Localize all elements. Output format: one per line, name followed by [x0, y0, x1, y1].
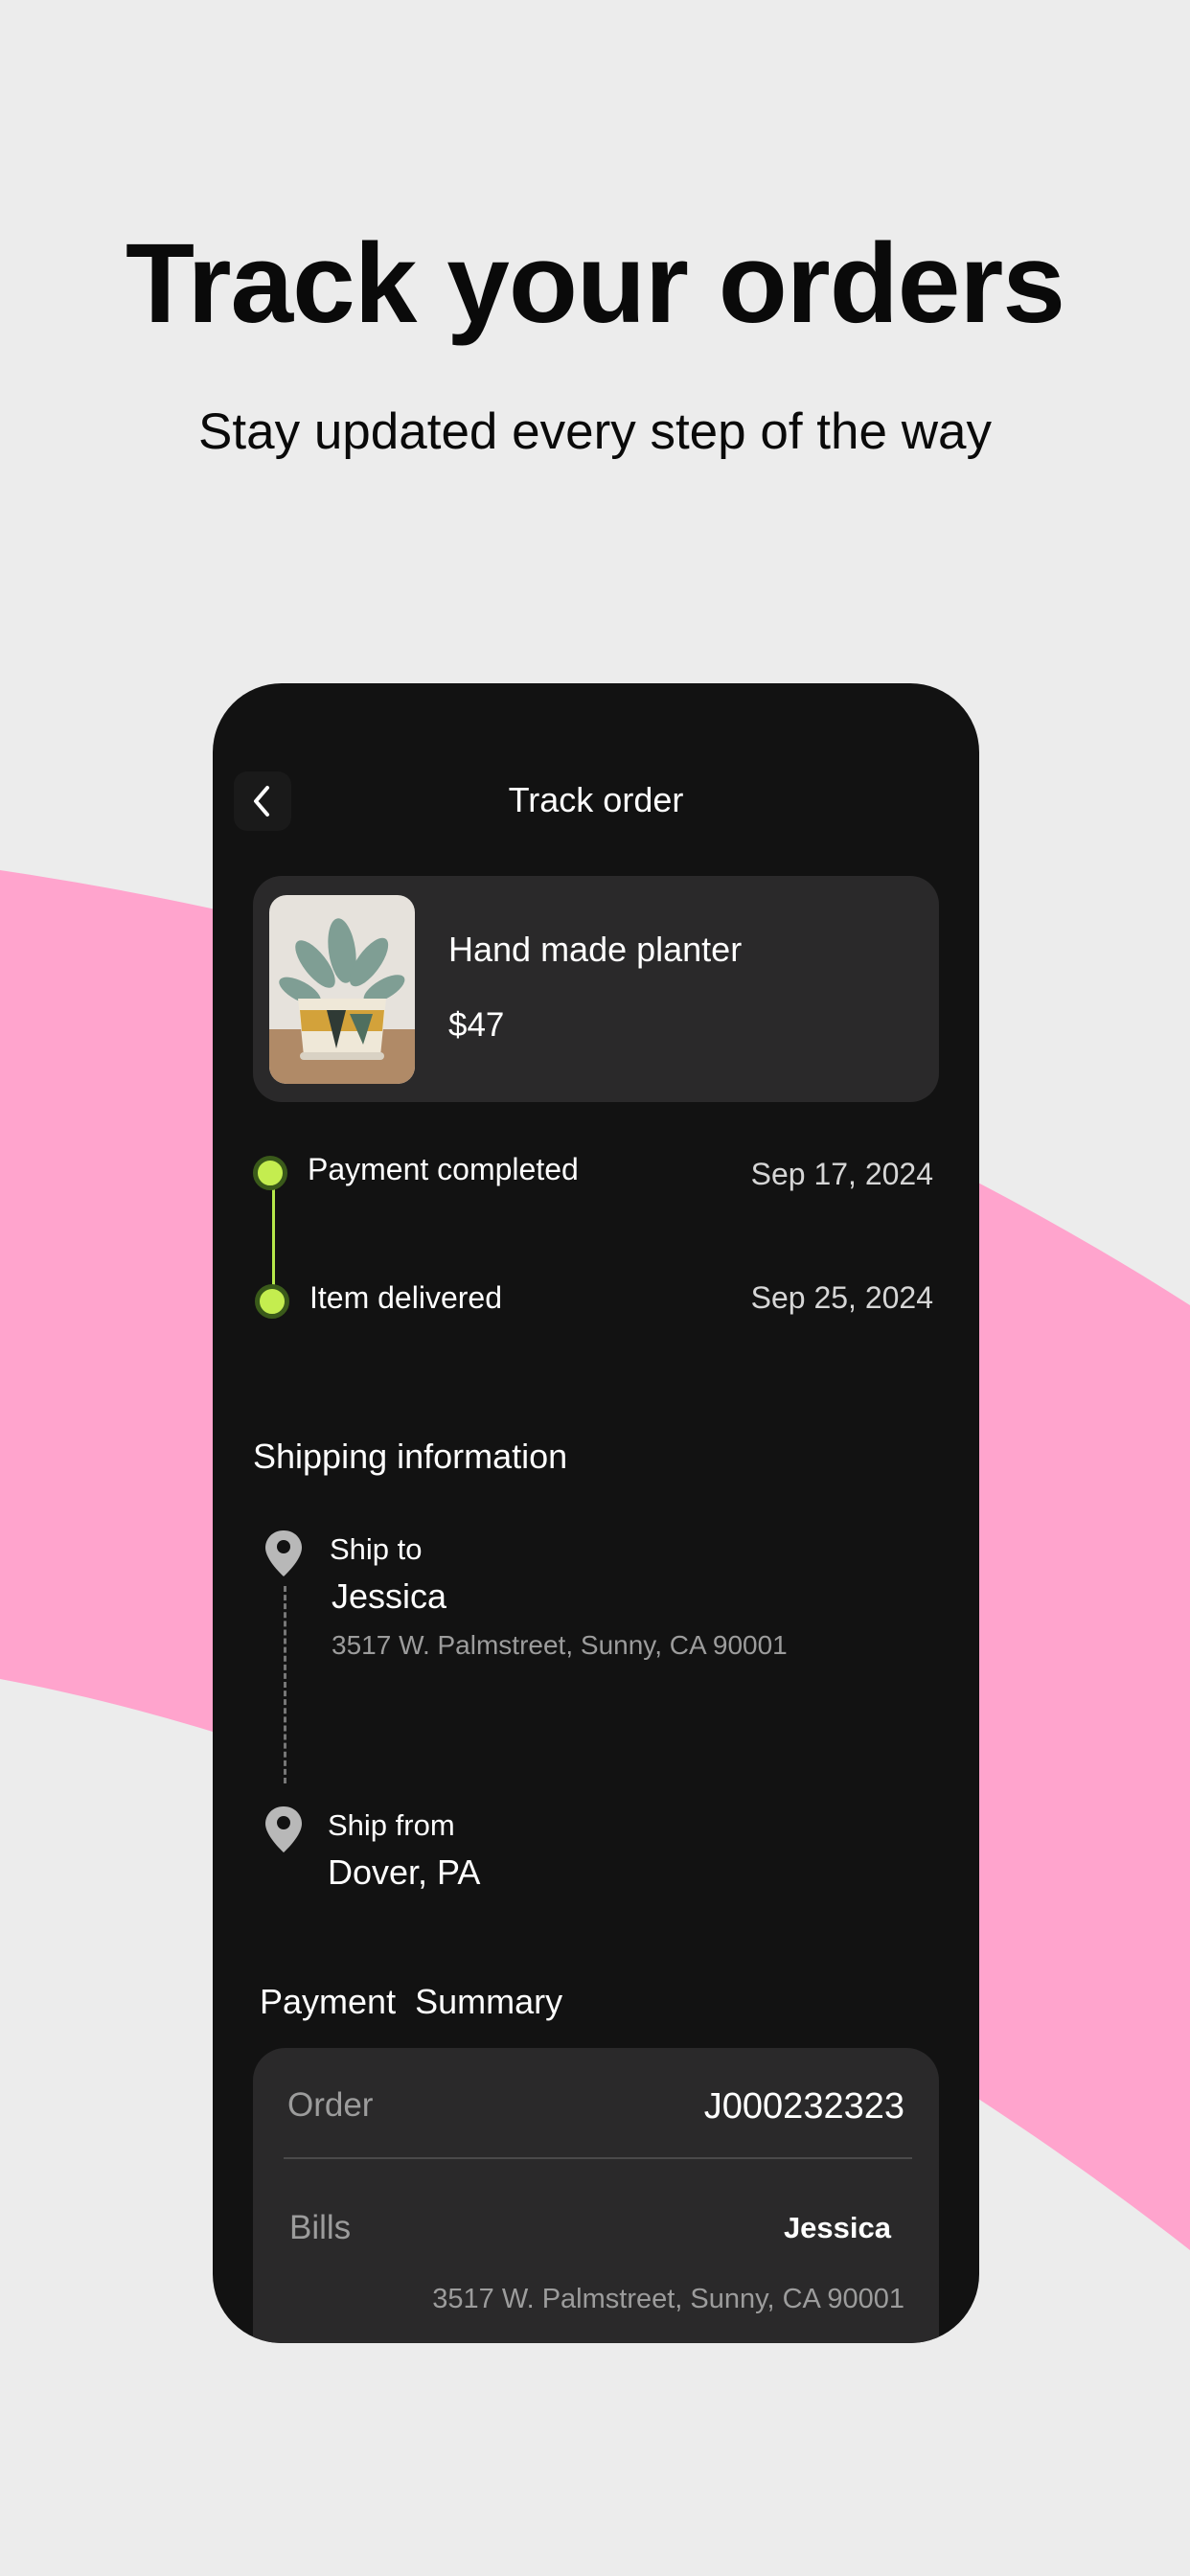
product-card[interactable]: Hand made planter $47: [253, 876, 939, 1102]
timeline-dot-payment: [253, 1156, 287, 1190]
screen-title: Track order: [508, 780, 684, 819]
page-headline: Track your orders: [126, 220, 1065, 347]
bills-label: Bills: [289, 2209, 352, 2246]
ship-to-label: Ship to: [330, 1532, 423, 1566]
payment-section-title: Payment Summary: [260, 1982, 563, 2021]
timeline-dot-delivered: [255, 1284, 289, 1319]
timeline-label-delivered: Item delivered: [309, 1280, 502, 1315]
payment-divider: [284, 2157, 912, 2159]
bills-address: 3517 W. Palmstreet, Sunny, CA 90001: [432, 2284, 904, 2314]
page-subheadline: Stay updated every step of the way: [198, 403, 992, 460]
timeline-date-delivered: Sep 25, 2024: [750, 1280, 933, 1315]
bills-name: Jessica: [783, 2211, 891, 2244]
order-number[interactable]: J000232323: [704, 2086, 904, 2128]
phone-screen: Track order Hand made planter $47 Paymen…: [213, 683, 979, 2343]
product-image: [269, 895, 415, 1084]
shipping-section-title: Shipping information: [253, 1437, 568, 1476]
timeline-label-payment: Payment completed: [308, 1152, 579, 1186]
product-price: $47: [448, 1006, 505, 1044]
location-pin-icon: [265, 1530, 302, 1576]
ship-to-address: 3517 W. Palmstreet, Sunny, CA 90001: [332, 1630, 788, 1660]
ship-to-name: Jessica: [332, 1576, 447, 1616]
timeline-date-payment: Sep 17, 2024: [750, 1157, 933, 1191]
location-pin-icon: [265, 1806, 302, 1852]
ship-from-place: Dover, PA: [328, 1852, 481, 1892]
shipping-route-line: [284, 1586, 286, 1783]
ship-from-label: Ship from: [328, 1808, 455, 1842]
order-label: Order: [287, 2086, 374, 2124]
timeline-connector: [272, 1174, 275, 1295]
product-name: Hand made planter: [448, 930, 743, 969]
payment-summary-card: Order J000232323 Bills Jessica 3517 W. P…: [253, 2048, 939, 2343]
